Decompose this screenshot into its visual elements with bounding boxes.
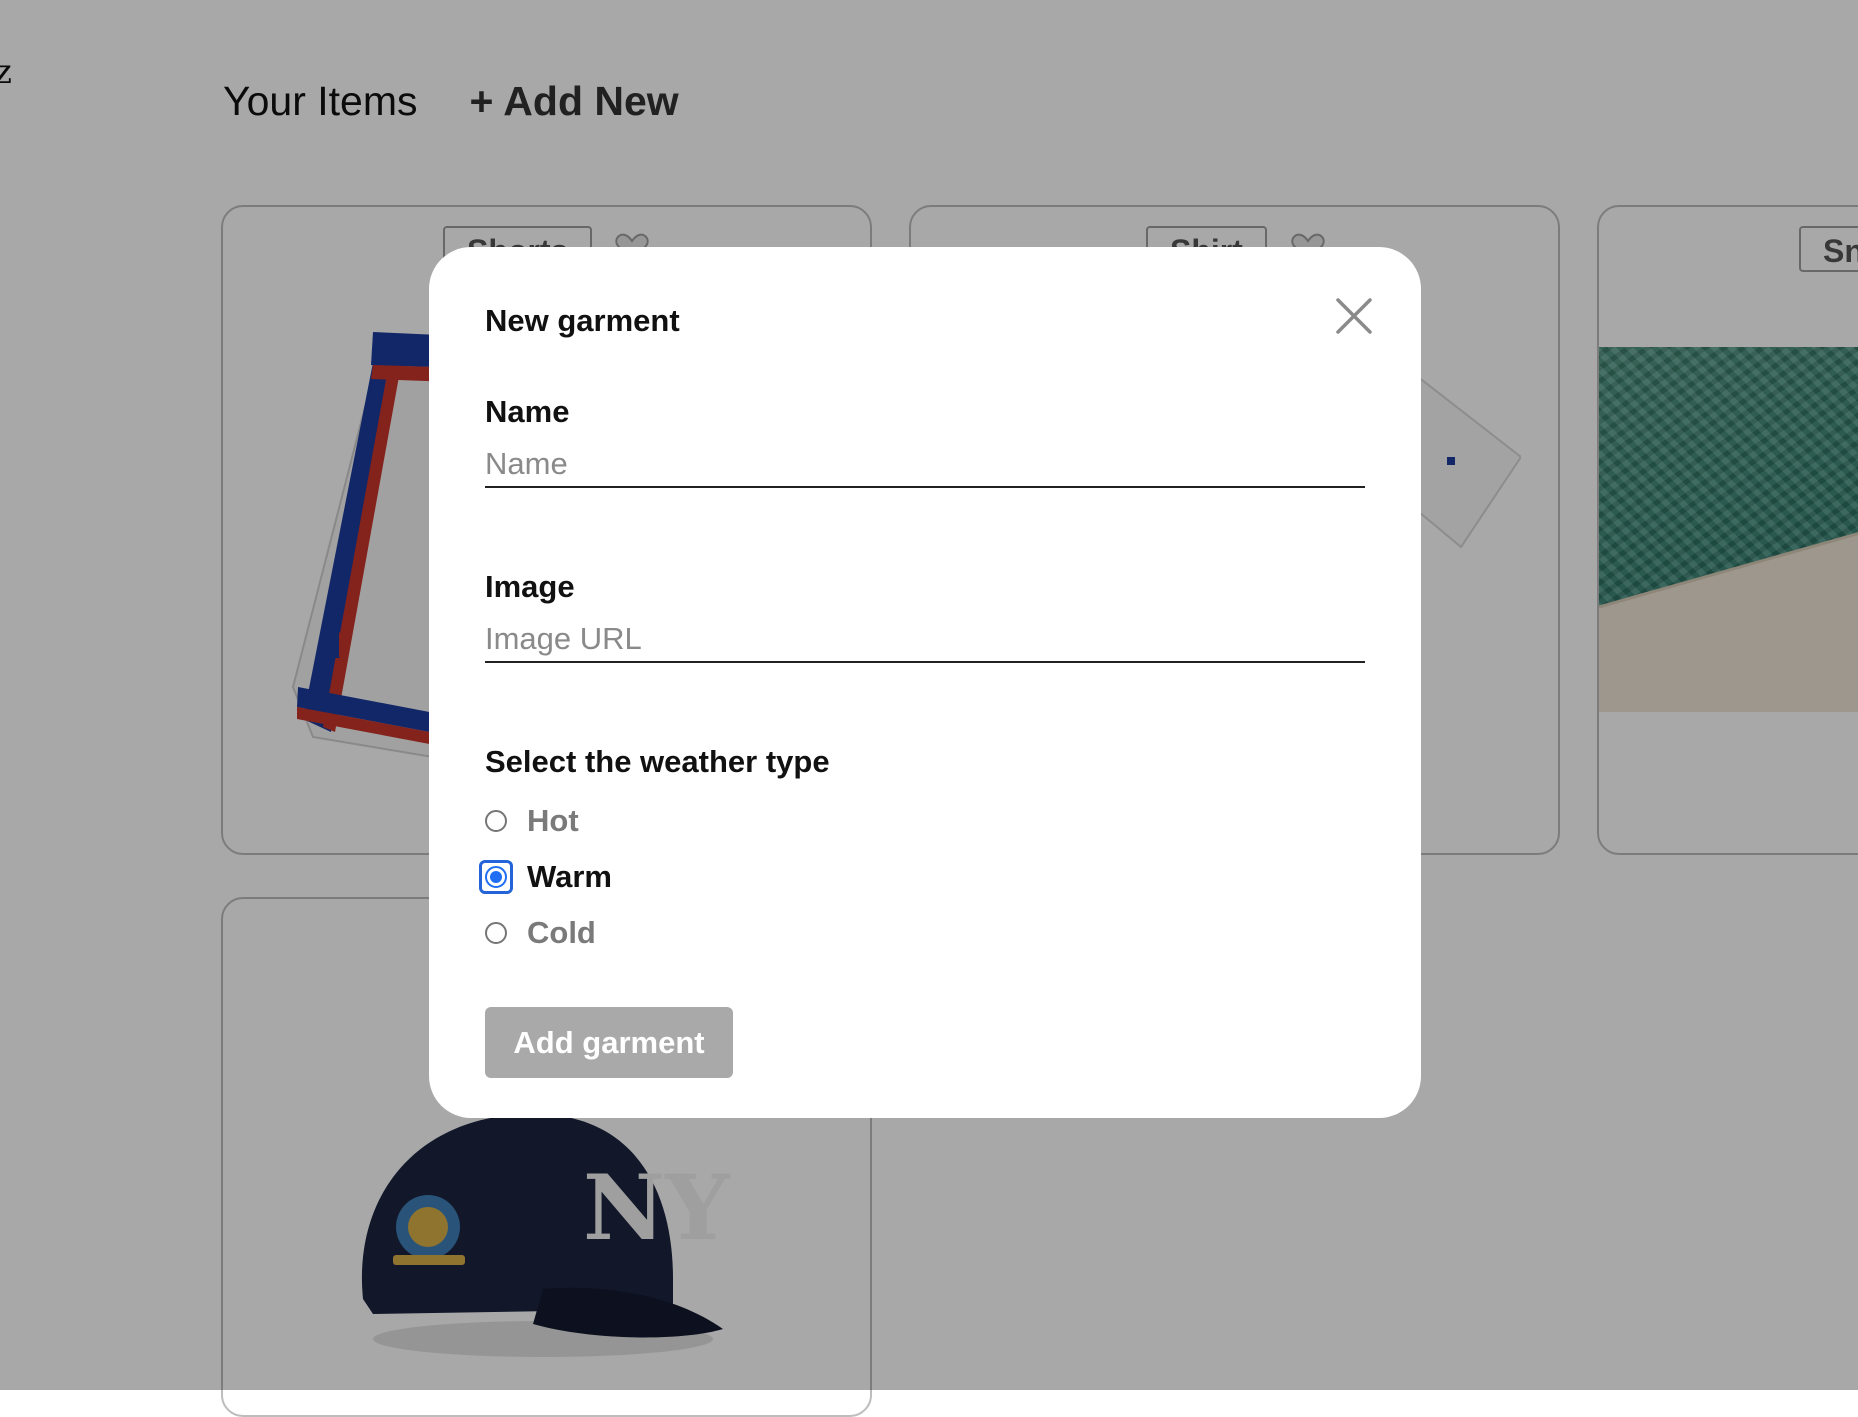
name-input[interactable] [485, 442, 1365, 488]
image-label: Image [485, 569, 575, 604]
cold-radio[interactable] [485, 922, 507, 944]
warm-radio[interactable] [485, 866, 507, 888]
hot-radio[interactable] [485, 810, 507, 832]
warm-radio-label[interactable]: Warm [527, 859, 612, 895]
weather-type-label: Select the weather type [485, 744, 830, 779]
weather-option-warm[interactable]: Warm [479, 859, 612, 895]
image-url-input[interactable] [485, 617, 1365, 663]
hot-radio-label[interactable]: Hot [527, 803, 579, 839]
cold-radio-label[interactable]: Cold [527, 915, 596, 951]
close-icon [1336, 298, 1372, 334]
dialog-title: New garment [485, 303, 680, 338]
weather-option-cold[interactable]: Cold [485, 915, 596, 951]
weather-option-hot[interactable]: Hot [485, 803, 579, 839]
new-garment-dialog: New garment Name Image Select the weathe… [429, 247, 1421, 1118]
add-garment-button[interactable]: Add garment [485, 1007, 733, 1078]
close-button[interactable] [1327, 289, 1381, 343]
focus-ring [479, 860, 513, 894]
name-label: Name [485, 394, 570, 429]
